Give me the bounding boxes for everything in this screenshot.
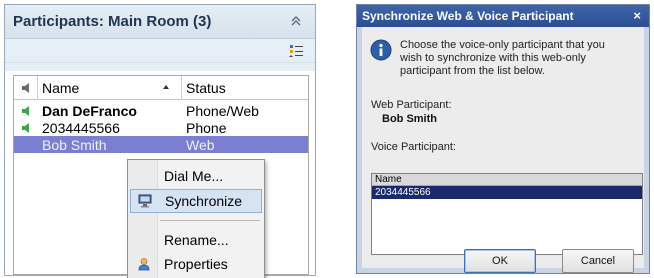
menu-item-dial-me[interactable]: Dial Me... [130, 164, 262, 188]
list-header-name[interactable]: Name [372, 174, 642, 186]
name-column-header[interactable]: Name [38, 76, 182, 99]
speaker-on-icon [22, 122, 29, 133]
voice-participant-list[interactable]: Name 2034445566 [371, 173, 643, 255]
participant-name: Bob Smith [42, 136, 107, 153]
dialog-body: Choose the voice-only participant that y… [362, 27, 644, 273]
voice-participant-label: Voice Participant: [371, 141, 456, 153]
menu-item-properties[interactable]: Properties [130, 252, 262, 276]
dialog-message: Choose the voice-only participant that y… [400, 39, 605, 77]
sort-ascending-icon [163, 85, 169, 89]
participants-panel: Participants: Main Room (3) Name Status … [4, 4, 316, 278]
participant-status: Phone/Web [186, 102, 259, 119]
participants-panel-header: Participants: Main Room (3) [5, 5, 315, 39]
context-menu: Dial Me... Synchronize Rename... Propert… [127, 159, 265, 278]
grid-header: Name Status [14, 76, 308, 100]
list-item[interactable]: 2034445566 [372, 186, 642, 199]
person-icon [138, 258, 150, 271]
table-row-selected[interactable]: Bob Smith Web [14, 136, 308, 153]
table-row[interactable]: Dan DeFranco Phone/Web [14, 102, 308, 119]
status-column-header[interactable]: Status [182, 76, 308, 99]
speaker-column-header[interactable] [14, 76, 38, 99]
table-row[interactable]: 2034445566 Phone [14, 119, 308, 136]
participant-status: Phone [186, 119, 227, 136]
participant-status: Web [186, 136, 215, 153]
list-options-icon[interactable] [289, 43, 305, 59]
speaker-on-icon [22, 105, 29, 116]
web-participant-label: Web Participant: [371, 99, 452, 111]
web-participant-value: Bob Smith [382, 113, 437, 125]
synchronize-dialog: Synchronize Web & Voice Participant × Ch… [356, 4, 650, 274]
menu-item-synchronize[interactable]: Synchronize [130, 189, 262, 213]
close-icon[interactable]: × [633, 8, 641, 23]
dialog-titlebar: Synchronize Web & Voice Participant [357, 5, 649, 27]
participant-name: Dan DeFranco [42, 102, 137, 119]
dialog-title: Synchronize Web & Voice Participant [362, 9, 574, 23]
menu-item-rename[interactable]: Rename... [130, 228, 262, 252]
info-icon [370, 39, 392, 61]
ok-button[interactable]: OK [464, 249, 536, 273]
collapse-icon[interactable] [289, 14, 303, 28]
participants-toolbar [5, 39, 315, 63]
monitor-icon [138, 194, 152, 208]
participants-panel-title: Participants: Main Room (3) [13, 13, 212, 30]
participant-name: 2034445566 [42, 119, 120, 136]
speaker-icon [21, 82, 29, 93]
cancel-button[interactable]: Cancel [562, 249, 634, 273]
